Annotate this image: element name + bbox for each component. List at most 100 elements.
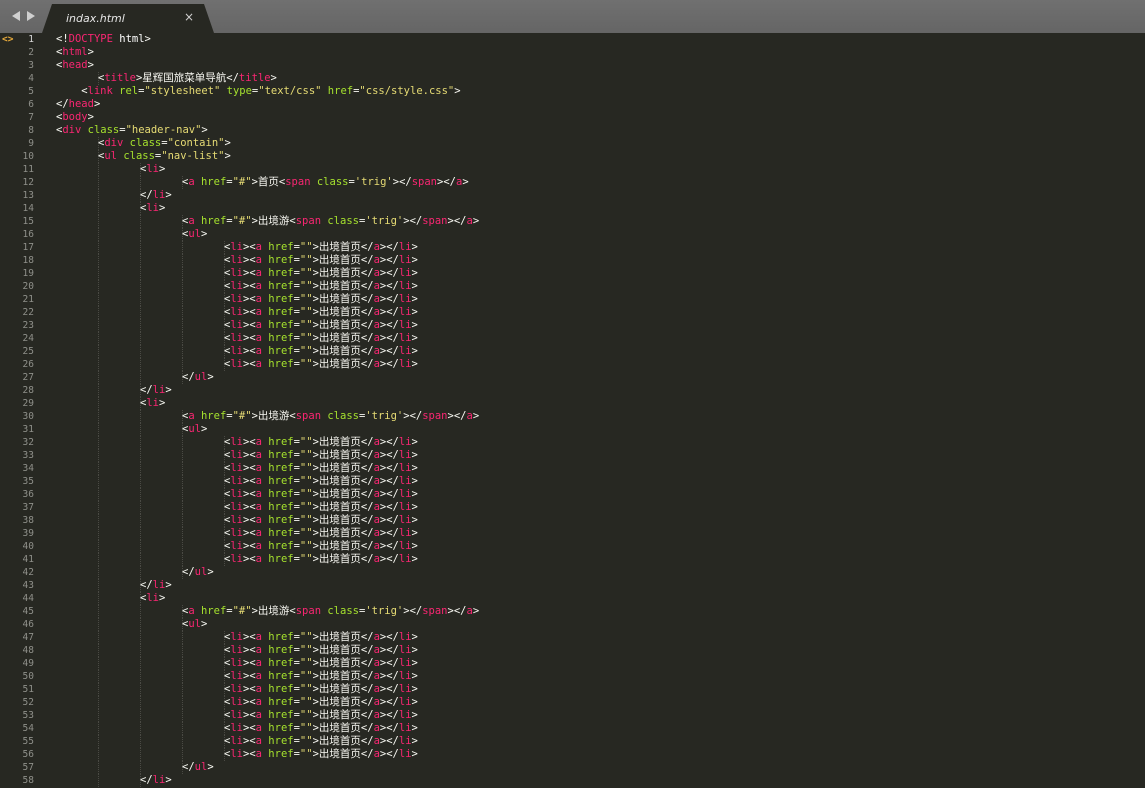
code-line[interactable]: 20 <li><a href="">出境首页</a></li> bbox=[0, 280, 1145, 293]
code-line[interactable]: 8 <div class="header-nav"> bbox=[0, 124, 1145, 137]
code-line[interactable]: 26 <li><a href="">出境首页</a></li> bbox=[0, 358, 1145, 371]
indent-guide bbox=[182, 306, 183, 319]
code-line[interactable]: 33 <li><a href="">出境首页</a></li> bbox=[0, 449, 1145, 462]
code-line[interactable]: 2 <html> bbox=[0, 46, 1145, 59]
line-number: 15 bbox=[22, 216, 34, 227]
code-editor[interactable]: <> 1 <!DOCTYPE html> 2 <html> 3 <head> 4 <title>… bbox=[0, 33, 1145, 788]
triangle-right-icon[interactable] bbox=[27, 11, 35, 21]
code-line[interactable]: 11 <li> bbox=[0, 163, 1145, 176]
line-number: 46 bbox=[22, 619, 34, 630]
code-line[interactable]: 4 <title>星辉国旅菜单导航</title> bbox=[0, 72, 1145, 85]
code-line[interactable]: 49 <li><a href="">出境首页</a></li> bbox=[0, 657, 1145, 670]
tab-indax-html[interactable]: indax.html × bbox=[42, 4, 222, 33]
code-line[interactable]: 13 </li> bbox=[0, 189, 1145, 202]
indent-guide bbox=[140, 514, 141, 527]
code-line[interactable]: 39 <li><a href="">出境首页</a></li> bbox=[0, 527, 1145, 540]
code-line[interactable]: 10 <ul class="nav-list"> bbox=[0, 150, 1145, 163]
line-number: 10 bbox=[22, 151, 34, 162]
code-line[interactable]: 52 <li><a href="">出境首页</a></li> bbox=[0, 696, 1145, 709]
indent-guide bbox=[140, 644, 141, 657]
code-line[interactable]: 23 <li><a href="">出境首页</a></li> bbox=[0, 319, 1145, 332]
code-line[interactable]: 34 <li><a href="">出境首页</a></li> bbox=[0, 462, 1145, 475]
line-number: 33 bbox=[22, 450, 34, 461]
code-line[interactable]: 25 <li><a href="">出境首页</a></li> bbox=[0, 345, 1145, 358]
code-line[interactable]: 58 </li> bbox=[0, 774, 1145, 787]
code-text: </ul> bbox=[182, 566, 214, 578]
code-line[interactable]: 29 <li> bbox=[0, 397, 1145, 410]
code-text: <li><a href="">出境首页</a></li> bbox=[224, 345, 418, 357]
code-line[interactable]: 5 <link rel="stylesheet" type="text/css" … bbox=[0, 85, 1145, 98]
line-number: 50 bbox=[22, 671, 34, 682]
indent-guide bbox=[98, 683, 99, 696]
code-line[interactable]: 44 <li> bbox=[0, 592, 1145, 605]
indent-guide bbox=[182, 319, 183, 332]
line-number: 44 bbox=[22, 593, 34, 604]
line-number: 35 bbox=[22, 476, 34, 487]
code-line[interactable]: 30 <a href="#">出境游<span class='trig'></sp… bbox=[0, 410, 1145, 423]
indent-guide bbox=[140, 332, 141, 345]
code-line[interactable]: 12 <a href="#">首页<span class='trig'></spa… bbox=[0, 176, 1145, 189]
tab-bar: indax.html × bbox=[0, 0, 1145, 33]
code-line[interactable]: 17 <li><a href="">出境首页</a></li> bbox=[0, 241, 1145, 254]
code-line[interactable]: 16 <ul> bbox=[0, 228, 1145, 241]
line-number: 38 bbox=[22, 515, 34, 526]
code-line[interactable]: 14 <li> bbox=[0, 202, 1145, 215]
line-number: 41 bbox=[22, 554, 34, 565]
triangle-left-icon[interactable] bbox=[12, 11, 20, 21]
indent-guide bbox=[98, 423, 99, 436]
code-line[interactable]: 18 <li><a href="">出境首页</a></li> bbox=[0, 254, 1145, 267]
close-icon[interactable]: × bbox=[184, 11, 194, 23]
code-line[interactable]: 46 <ul> bbox=[0, 618, 1145, 631]
code-line[interactable]: 36 <li><a href="">出境首页</a></li> bbox=[0, 488, 1145, 501]
code-line[interactable]: 35 <li><a href="">出境首页</a></li> bbox=[0, 475, 1145, 488]
indent-guide bbox=[98, 761, 99, 774]
indent-guide bbox=[182, 514, 183, 527]
indent-guide bbox=[98, 215, 99, 228]
code-text: <li><a href="">出境首页</a></li> bbox=[224, 267, 418, 279]
code-line[interactable]: 32 <li><a href="">出境首页</a></li> bbox=[0, 436, 1145, 449]
line-number: 20 bbox=[22, 281, 34, 292]
code-line[interactable]: 28 </li> bbox=[0, 384, 1145, 397]
code-line[interactable]: 42 </ul> bbox=[0, 566, 1145, 579]
code-line[interactable]: 38 <li><a href="">出境首页</a></li> bbox=[0, 514, 1145, 527]
indent-guide bbox=[140, 306, 141, 319]
code-line[interactable]: 9 <div class="contain"> bbox=[0, 137, 1145, 150]
code-line[interactable]: 7 <body> bbox=[0, 111, 1145, 124]
code-line[interactable]: 31 <ul> bbox=[0, 423, 1145, 436]
code-line[interactable]: 45 <a href="#">出境游<span class='trig'></sp… bbox=[0, 605, 1145, 618]
code-line[interactable]: 47 <li><a href="">出境首页</a></li> bbox=[0, 631, 1145, 644]
indent-guide bbox=[98, 332, 99, 345]
code-line[interactable]: 6 </head> bbox=[0, 98, 1145, 111]
code-line[interactable]: 43 </li> bbox=[0, 579, 1145, 592]
code-line[interactable]: 22 <li><a href="">出境首页</a></li> bbox=[0, 306, 1145, 319]
indent-guide bbox=[140, 488, 141, 501]
indent-guide bbox=[98, 163, 99, 176]
code-text: </head> bbox=[56, 98, 101, 110]
code-line[interactable]: 48 <li><a href="">出境首页</a></li> bbox=[0, 644, 1145, 657]
code-line[interactable]: 27 </ul> bbox=[0, 371, 1145, 384]
indent-guide bbox=[98, 267, 99, 280]
line-number: 22 bbox=[22, 307, 34, 318]
indent-guide bbox=[98, 345, 99, 358]
code-line[interactable]: 15 <a href="#">出境游<span class='trig'></sp… bbox=[0, 215, 1145, 228]
code-line[interactable]: 41 <li><a href="">出境首页</a></li> bbox=[0, 553, 1145, 566]
code-line[interactable]: 37 <li><a href="">出境首页</a></li> bbox=[0, 501, 1145, 514]
indent-guide bbox=[140, 761, 141, 774]
code-line[interactable]: 50 <li><a href="">出境首页</a></li> bbox=[0, 670, 1145, 683]
code-line[interactable]: 57 </ul> bbox=[0, 761, 1145, 774]
code-line[interactable]: 56 <li><a href="">出境首页</a></li> bbox=[0, 748, 1145, 761]
indent-guide bbox=[98, 540, 99, 553]
code-line[interactable]: 53 <li><a href="">出境首页</a></li> bbox=[0, 709, 1145, 722]
code-line[interactable]: 51 <li><a href="">出境首页</a></li> bbox=[0, 683, 1145, 696]
code-line[interactable]: 3 <head> bbox=[0, 59, 1145, 72]
code-line[interactable]: 24 <li><a href="">出境首页</a></li> bbox=[0, 332, 1145, 345]
line-number: 8 bbox=[28, 125, 34, 136]
code-line[interactable]: <> 1 <!DOCTYPE html> bbox=[0, 33, 1145, 46]
line-number: 47 bbox=[22, 632, 34, 643]
code-line[interactable]: 40 <li><a href="">出境首页</a></li> bbox=[0, 540, 1145, 553]
code-line[interactable]: 19 <li><a href="">出境首页</a></li> bbox=[0, 267, 1145, 280]
code-line[interactable]: 21 <li><a href="">出境首页</a></li> bbox=[0, 293, 1145, 306]
code-line[interactable]: 54 <li><a href="">出境首页</a></li> bbox=[0, 722, 1145, 735]
code-line[interactable]: 55 <li><a href="">出境首页</a></li> bbox=[0, 735, 1145, 748]
indent-guide bbox=[182, 735, 183, 748]
